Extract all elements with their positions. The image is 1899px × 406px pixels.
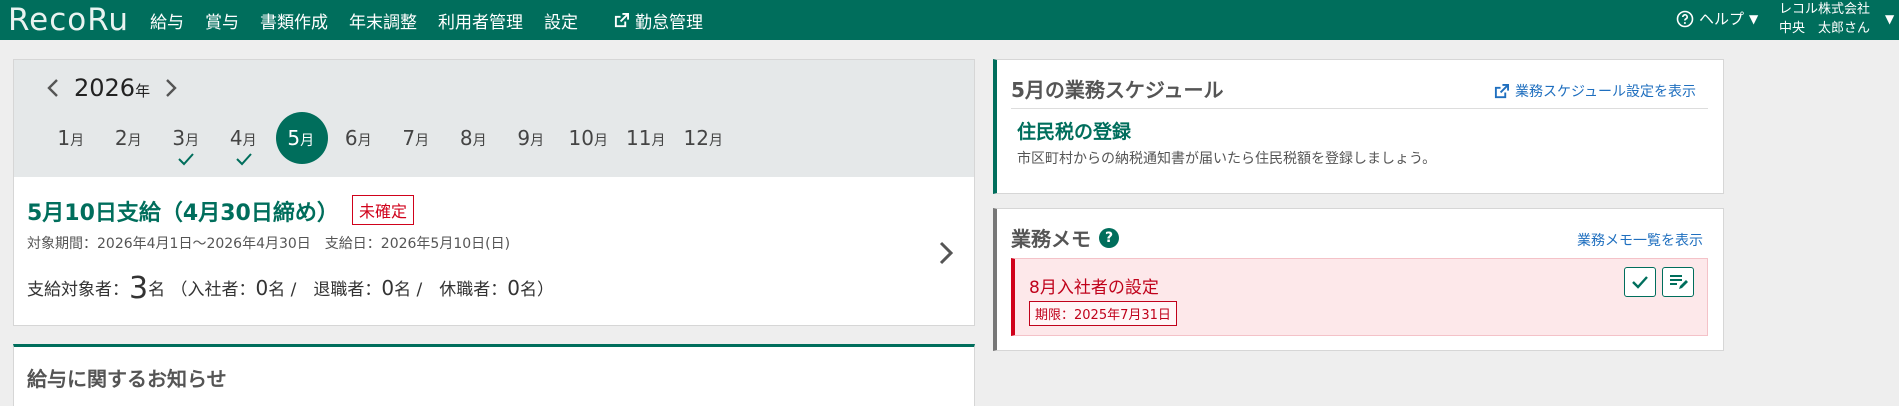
memo-item: 8月入社者の設定 期限：2025年7月31日: [1011, 258, 1708, 336]
payroll-targets: 支給対象者：3名 （入社者：0名 / 退職者：0名 / 休職者：0名）: [27, 271, 554, 306]
notice-title: 給与に関するお知らせ: [27, 367, 227, 391]
month-6[interactable]: 6月: [330, 112, 388, 160]
month-label: 7月: [402, 126, 430, 150]
status-badge: 未確定: [352, 195, 415, 225]
month-label: 2月: [114, 126, 142, 150]
nav-bonus[interactable]: 賞与: [205, 8, 239, 33]
user-menu[interactable]: レコル株式会社 中央 太郎さん: [1779, 0, 1870, 38]
schedule-card: 5月の業務スケジュール 業務スケジュール設定を表示 住民税の登録 市区町村からの…: [993, 59, 1724, 194]
payroll-period: 対象期間：2026年4月1日〜2026年4月30日 支給日：2026年5月10日…: [27, 236, 511, 252]
payroll-summary-card: 2026年 1月 2月 3月 4月 5月 6月 7月 8月 9月 10月 11月 12月 5月10日支…: [13, 59, 975, 326]
help-circle-icon: [1676, 10, 1694, 27]
help-menu[interactable]: ヘルプ ▼: [1676, 8, 1758, 29]
month-label: 11月: [626, 126, 666, 150]
memo-title: 業務メモ ?: [1011, 223, 1119, 252]
month-10[interactable]: 10月: [560, 112, 618, 160]
check-icon: [178, 153, 194, 166]
month-label: 6月: [344, 126, 372, 150]
target-count: 3: [129, 271, 149, 306]
edit-note-icon: [1670, 275, 1688, 289]
month-label: 9月: [517, 126, 545, 150]
nav-user-management[interactable]: 利用者管理: [438, 8, 523, 33]
month-label: 12月: [683, 126, 723, 150]
main-nav: 給与 賞与 書類作成 年末調整 利用者管理 設定 勤怠管理: [150, 0, 724, 40]
month-label: 8月: [459, 126, 487, 150]
user-caret-down-icon[interactable]: ▼: [1885, 12, 1894, 26]
nav-year-end[interactable]: 年末調整: [349, 8, 417, 33]
question-icon[interactable]: ?: [1099, 227, 1119, 248]
month-3[interactable]: 3月: [157, 112, 215, 166]
external-link-icon: [614, 12, 629, 27]
month-5[interactable]: 5月: [272, 112, 330, 164]
prev-year-icon[interactable]: [42, 77, 64, 99]
month-label: 1月: [57, 126, 85, 150]
user-name: 中央 太郎さん: [1779, 21, 1871, 36]
month-9[interactable]: 9月: [502, 112, 560, 160]
nav-documents[interactable]: 書類作成: [260, 8, 328, 33]
divider: [1011, 108, 1708, 109]
external-link-icon: [1494, 83, 1509, 98]
next-year-icon[interactable]: [160, 77, 182, 99]
check-icon: [1632, 276, 1648, 289]
month-label: 5月: [287, 126, 315, 150]
chevron-right-icon[interactable]: [938, 240, 954, 270]
complete-button[interactable]: [1624, 267, 1656, 297]
memo-card: 業務メモ ? 業務メモ一覧を表示 8月入社者の設定 期限：2025年7月31日: [993, 208, 1724, 351]
edit-button[interactable]: [1662, 267, 1694, 297]
schedule-item-desc: 市区町村からの納税通知書が届いたら住民税額を登録しましょう。: [1017, 151, 1437, 167]
month-label: 4月: [229, 126, 257, 150]
month-label: 10月: [568, 126, 608, 150]
schedule-item-title[interactable]: 住民税の登録: [1017, 117, 1131, 144]
nav-attendance-label: 勤怠管理: [635, 12, 703, 33]
month-selector: 2026年 1月 2月 3月 4月 5月 6月 7月 8月 9月 10月 11月 12月: [14, 60, 974, 177]
month-4[interactable]: 4月: [215, 112, 273, 166]
salary-notice-card: 給与に関するお知らせ: [13, 344, 975, 406]
year-row: 2026年: [42, 74, 182, 102]
memo-deadline-badge: 期限：2025年7月31日: [1029, 301, 1177, 326]
year-label: 2026年: [74, 74, 151, 102]
month-7[interactable]: 7月: [387, 112, 445, 160]
payroll-title[interactable]: 5月10日支給（4月30日締め）: [27, 195, 339, 227]
recoru-logo[interactable]: RecoRu: [8, 2, 129, 38]
caret-down-icon: ▼: [1749, 11, 1759, 26]
month-2[interactable]: 2月: [100, 112, 158, 160]
memo-list-link[interactable]: 業務メモ一覧を表示: [1577, 230, 1703, 250]
company-name: レコル株式会社: [1779, 2, 1871, 17]
schedule-settings-link[interactable]: 業務スケジュール設定を表示: [1494, 81, 1696, 101]
top-bar: RecoRu 給与 賞与 書類作成 年末調整 利用者管理 設定 勤怠管理 ヘルプ…: [0, 0, 1899, 40]
month-1[interactable]: 1月: [42, 112, 100, 160]
memo-item-title: 8月入社者の設定: [1029, 278, 1159, 298]
nav-settings[interactable]: 設定: [544, 8, 578, 33]
check-icon: [235, 153, 252, 166]
nav-salary[interactable]: 給与: [150, 8, 184, 33]
month-8[interactable]: 8月: [445, 112, 503, 160]
month-12[interactable]: 12月: [675, 112, 733, 160]
month-list: 1月 2月 3月 4月 5月 6月 7月 8月 9月 10月 11月 12月: [42, 112, 733, 166]
nav-attendance[interactable]: 勤怠管理: [614, 8, 703, 33]
help-label: ヘルプ: [1699, 10, 1745, 28]
schedule-title: 5月の業務スケジュール: [1011, 78, 1224, 102]
month-11[interactable]: 11月: [617, 112, 675, 160]
month-label: 3月: [172, 126, 200, 150]
